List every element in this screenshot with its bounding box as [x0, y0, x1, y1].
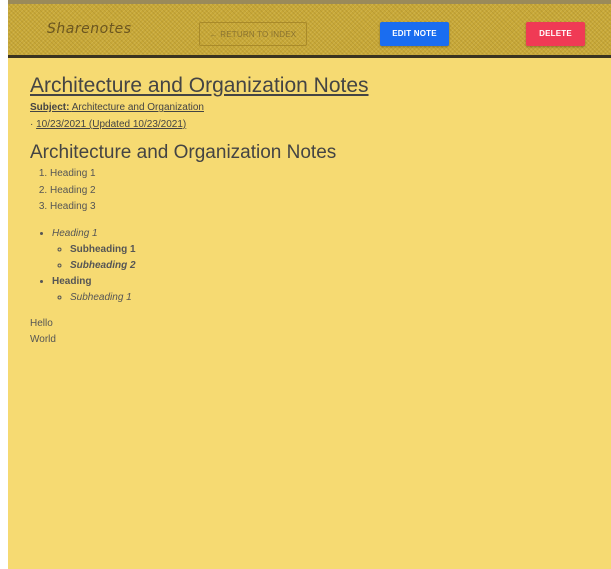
- paragraph-line: Hello: [30, 317, 53, 329]
- note-subject[interactable]: Subject: Architecture and Organization: [30, 102, 590, 113]
- bullet-list: Heading 1 Subheading 1 Subheading 2 Head…: [30, 226, 590, 306]
- note-title: Architecture and Organization Notes: [30, 74, 369, 97]
- list-item: Subheading 1: [70, 242, 590, 258]
- delete-button[interactable]: DELETE: [526, 22, 585, 46]
- list-item: Heading 2: [50, 183, 590, 200]
- paragraph-line: World: [30, 333, 56, 345]
- list-item: Subheading 2: [70, 258, 590, 274]
- note-heading: Architecture and Organization Notes: [30, 142, 337, 163]
- sub-list: Subheading 1: [52, 290, 590, 306]
- sub-list: Subheading 1 Subheading 2: [52, 242, 590, 274]
- note-date: · 10/23/2021 (Updated 10/23/2021): [30, 119, 590, 130]
- bullet-text: Heading: [52, 275, 92, 287]
- note-content: Architecture and Organization Notes Subj…: [30, 72, 590, 348]
- navbar: Sharenotes ← RETURN TO INDEX EDIT NOTE D…: [8, 4, 611, 58]
- date-link[interactable]: 10/23/2021 (Updated 10/23/2021): [36, 119, 186, 130]
- list-item: Heading 3: [50, 199, 590, 216]
- subject-value: Architecture and Organization: [71, 102, 204, 113]
- note-paragraph: Hello World: [30, 316, 590, 348]
- brand-logo[interactable]: Sharenotes: [47, 21, 132, 37]
- bullet-text: Heading 1: [52, 227, 98, 239]
- return-to-index-button[interactable]: ← RETURN TO INDEX: [199, 22, 307, 46]
- subject-label: Subject:: [30, 102, 70, 113]
- ordered-list: Heading 1 Heading 2 Heading 3: [30, 166, 590, 216]
- list-item: Heading Subheading 1: [52, 274, 590, 306]
- list-item: Heading 1: [50, 166, 590, 183]
- list-item: Subheading 1: [70, 290, 590, 306]
- list-item: Heading 1 Subheading 1 Subheading 2: [52, 226, 590, 274]
- edit-note-button[interactable]: EDIT NOTE: [380, 22, 449, 46]
